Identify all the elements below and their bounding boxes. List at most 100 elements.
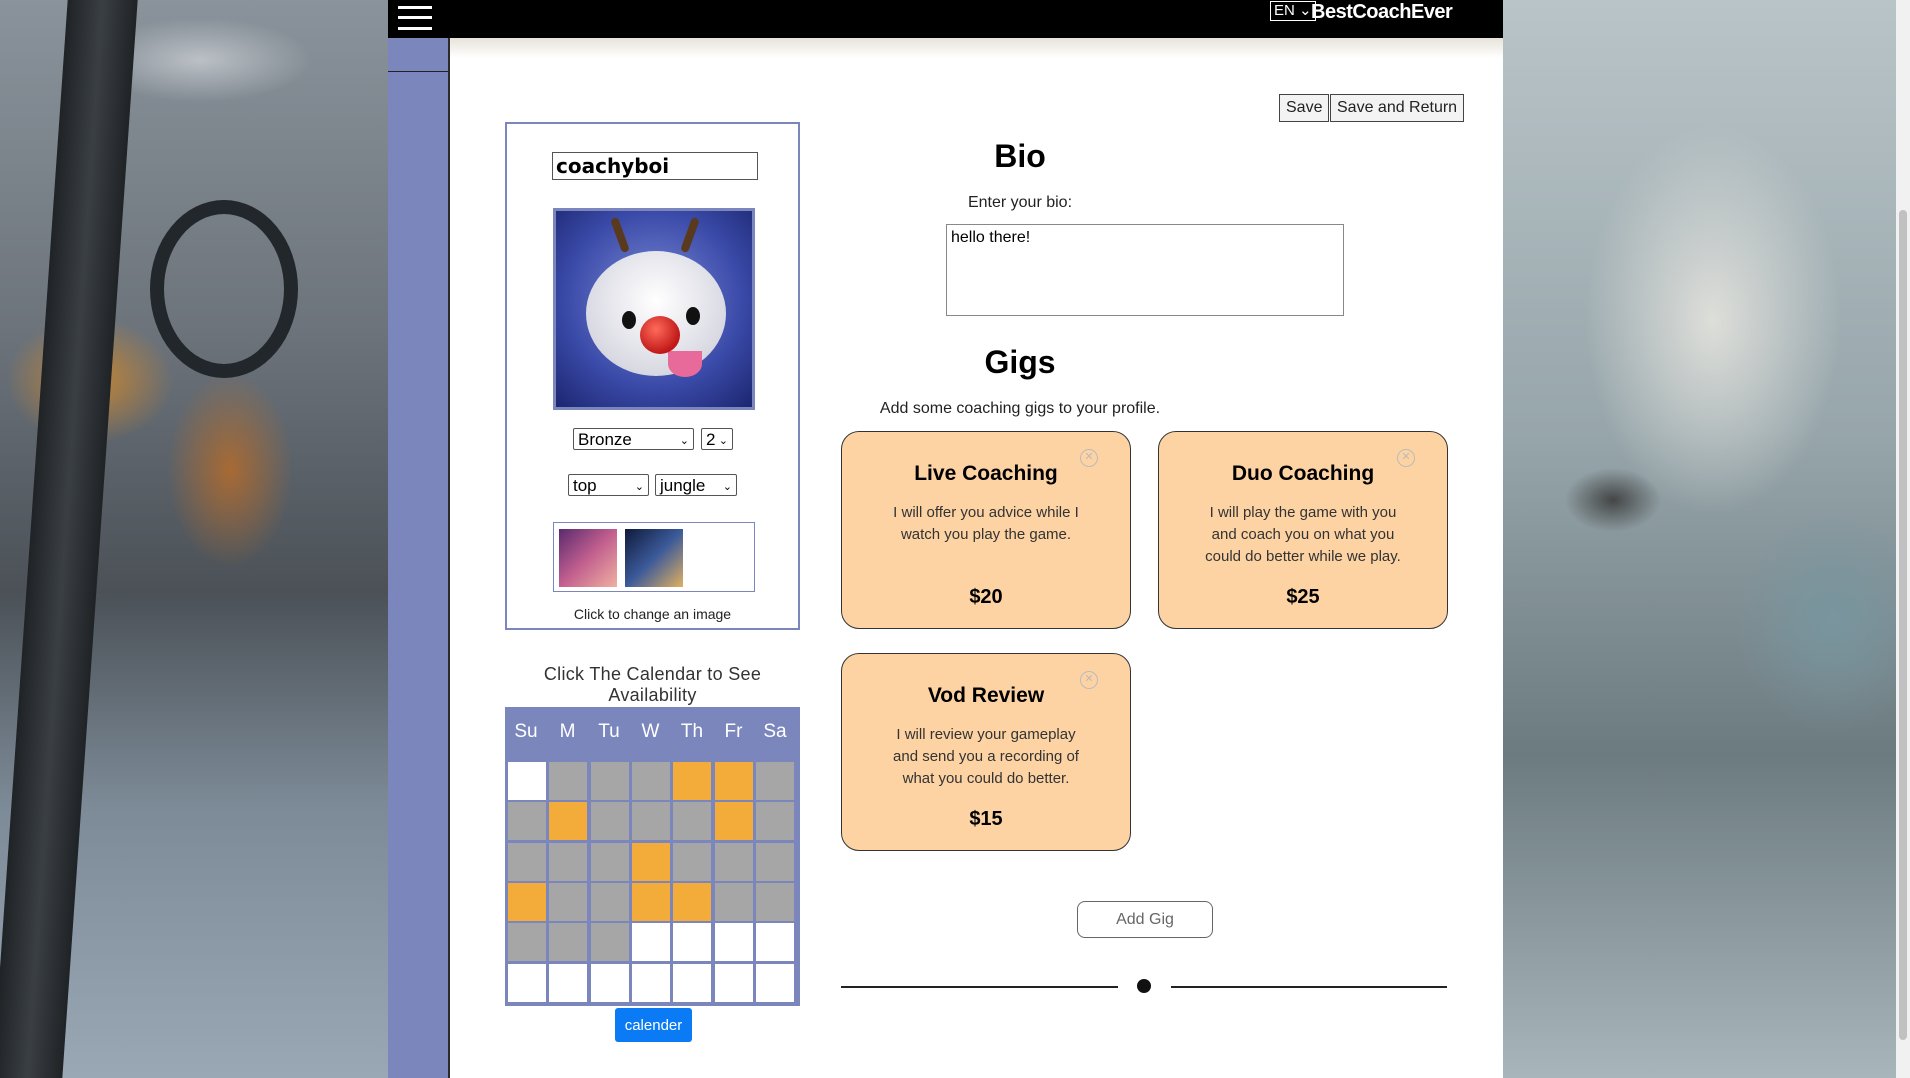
calendar-cell[interactable] <box>714 923 753 962</box>
bio-textarea[interactable]: hello there! <box>946 224 1344 316</box>
calendar-cell[interactable] <box>590 923 629 962</box>
gig-description: I will offer you advice while I watch yo… <box>893 504 1079 543</box>
brand-logo-text[interactable]: BestCoachEver <box>1311 0 1453 24</box>
calendar-cell[interactable] <box>714 963 753 1002</box>
change-image-hint: Click to change an image <box>573 606 732 622</box>
calendar-cell[interactable] <box>508 802 546 841</box>
primary-role-select[interactable]: top ⌄ <box>568 474 649 496</box>
calendar-cell[interactable] <box>714 842 753 881</box>
calendar-button[interactable]: calender <box>615 1008 692 1042</box>
calendar-cell[interactable] <box>673 802 712 841</box>
divider-line <box>841 986 1118 988</box>
bio-label: Enter your bio: <box>967 194 1073 211</box>
champion-thumbnail-2[interactable] <box>625 529 683 587</box>
calendar-cell[interactable] <box>590 842 629 881</box>
top-navbar: EN ⌄ BestCoachEver <box>388 0 1503 38</box>
calendar-cell[interactable] <box>755 923 794 962</box>
calendar-cell[interactable] <box>673 923 712 962</box>
save-and-return-button[interactable]: Save and Return <box>1330 94 1465 122</box>
scrollbar-thumb[interactable] <box>1899 210 1907 1040</box>
calendar-cell[interactable] <box>508 842 546 881</box>
close-icon[interactable]: ✕ <box>1080 671 1098 689</box>
divider-dot-icon <box>1137 979 1151 993</box>
calendar-cell[interactable] <box>508 963 546 1002</box>
calendar-cell[interactable] <box>631 923 670 962</box>
calendar-cell[interactable] <box>590 802 629 841</box>
calendar-cell[interactable] <box>673 882 712 921</box>
calendar-cell[interactable] <box>590 882 629 921</box>
division-select[interactable]: 2 ⌄ <box>701 428 733 450</box>
calendar-cell[interactable] <box>631 963 670 1002</box>
calendar-cell[interactable] <box>714 762 753 800</box>
calendar-header: Su M Tu W Th Fr Sa <box>505 707 800 753</box>
calendar-cell[interactable] <box>590 963 629 1002</box>
secondary-role-value: jungle <box>660 476 706 495</box>
save-button[interactable]: Save <box>1279 94 1330 122</box>
rank-value: Bronze <box>578 430 632 449</box>
calendar-cell[interactable] <box>508 923 546 962</box>
language-selector[interactable]: EN ⌄ <box>1270 1 1316 21</box>
calendar-cell[interactable] <box>549 842 588 881</box>
calendar-day-label: Th <box>680 721 704 742</box>
avatar-image[interactable] <box>553 208 755 410</box>
division-value: 2 <box>706 430 716 449</box>
rank-select[interactable]: Bronze ⌄ <box>573 428 694 450</box>
gig-card[interactable]: Duo Coaching ✕ I will play the game with… <box>1158 431 1448 629</box>
side-panel <box>388 38 450 1078</box>
calendar-cell[interactable] <box>508 762 546 800</box>
calendar-cell[interactable] <box>631 882 670 921</box>
calendar-cell[interactable] <box>673 963 712 1002</box>
calendar-day-label: W <box>641 721 660 742</box>
calendar-cell[interactable] <box>755 882 794 921</box>
language-code: EN <box>1274 2 1295 19</box>
calendar-cell[interactable] <box>549 963 588 1002</box>
calendar-cell[interactable] <box>714 882 753 921</box>
background-mast <box>0 0 138 1078</box>
calendar-cell[interactable] <box>631 762 670 800</box>
chevron-down-icon: ⌄ <box>722 481 732 493</box>
calendar-day-label: Sa <box>763 721 787 742</box>
calendar-cell[interactable] <box>631 842 670 881</box>
calendar-day-label: Su <box>514 721 538 742</box>
calendar-day-label: Fr <box>724 721 743 742</box>
gig-price: $15 <box>969 808 1003 830</box>
chevron-down-icon: ⌄ <box>1294 2 1312 19</box>
calendar-cell[interactable] <box>755 802 794 841</box>
gig-card[interactable]: Vod Review ✕ I will review your gameplay… <box>841 653 1131 851</box>
calendar-cell[interactable] <box>549 802 588 841</box>
calendar-cell[interactable] <box>673 762 712 800</box>
gigs-hint: Add some coaching gigs to your profile. <box>879 400 1161 417</box>
calendar-cell[interactable] <box>549 882 588 921</box>
calendar-cell[interactable] <box>549 923 588 962</box>
gig-card[interactable]: Live Coaching ✕ I will offer you advice … <box>841 431 1131 629</box>
gig-price: $25 <box>1286 586 1320 608</box>
gigs-heading: Gigs <box>984 344 1056 380</box>
calendar-cell[interactable] <box>673 842 712 881</box>
calendar-cell[interactable] <box>755 842 794 881</box>
close-icon[interactable]: ✕ <box>1397 449 1415 467</box>
availability-calendar: Su M Tu W Th Fr Sa <box>505 707 800 1006</box>
calendar-cell[interactable] <box>714 802 753 841</box>
gig-price: $20 <box>969 586 1003 608</box>
primary-role-value: top <box>573 476 597 495</box>
calendar-cell[interactable] <box>755 963 794 1002</box>
secondary-role-select[interactable]: jungle ⌄ <box>655 474 737 496</box>
close-icon[interactable]: ✕ <box>1080 449 1098 467</box>
calendar-cell[interactable] <box>549 762 588 800</box>
background-left-artwork <box>0 0 388 1078</box>
calendar-day-label: M <box>559 721 576 742</box>
champion-thumbnail-1[interactable] <box>559 529 617 587</box>
calendar-cell[interactable] <box>755 762 794 800</box>
calendar-cell[interactable] <box>631 802 670 841</box>
add-gig-button[interactable]: Add Gig <box>1077 901 1213 938</box>
profile-card: coachyboi Bronze ⌄ 2 ⌄ top ⌄ jungle ⌄ Click … <box>505 122 800 630</box>
background-right-artwork <box>1503 0 1910 1078</box>
calendar-cell[interactable] <box>508 882 546 921</box>
chevron-down-icon: ⌄ <box>634 481 644 493</box>
bio-heading: Bio <box>994 138 1046 174</box>
username-input[interactable]: coachyboi <box>552 152 758 180</box>
hamburger-menu-icon[interactable] <box>398 4 432 32</box>
calendar-cell[interactable] <box>590 762 629 800</box>
calendar-day-label: Tu <box>598 721 620 742</box>
page-scrollbar[interactable] <box>1896 0 1910 1078</box>
